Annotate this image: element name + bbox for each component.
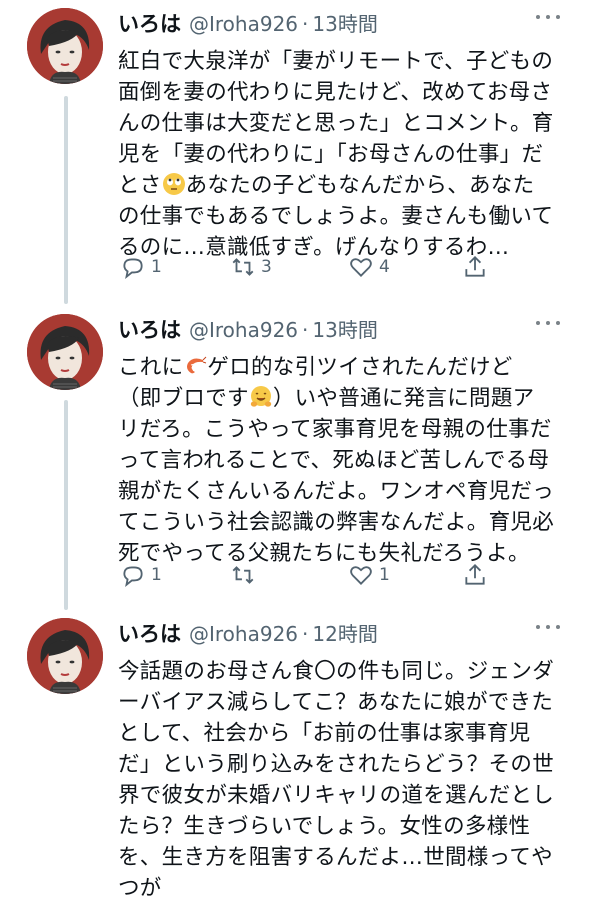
tweet-text-line: ーバイアス減らしてこ？あなたに娘ができた [118,690,554,715]
display-name[interactable]: いろは [118,8,181,38]
retweet-count: 3 [261,257,272,277]
text-fragment: （即ブロです [118,386,249,411]
text-fragment: とさ [118,173,162,198]
more-options-icon[interactable] [536,318,560,328]
reply-button[interactable]: 1 [120,562,162,588]
shrimp-emoji [187,356,207,374]
heart-icon [350,258,372,277]
tweet-text-line: つが [118,876,162,901]
tweet-text-line: てこういう社会認識の弊害なんだよ。育児必 [118,510,555,535]
more-options-icon[interactable] [536,12,560,22]
timestamp[interactable]: 13時間 [312,8,377,37]
tweet-text-line: とさ あなたの子どもなんだから、あなた [118,170,558,201]
text-fragment: あなたの子どもなんだから、あなた [185,173,535,198]
like-count: 4 [379,257,390,277]
retweet-icon [232,566,254,584]
reply-icon [123,258,143,280]
share-icon [465,563,485,585]
text-fragment: ゲロ的な引ツイされたんだけど [207,355,513,380]
like-button[interactable]: 4 [348,254,390,280]
like-count: 1 [379,565,390,585]
tweet-text-line: 児を「妻の代わりに」「お母さんの仕事」だ [118,142,544,167]
user-avatar[interactable] [27,314,103,390]
tweet-text-line: として、社会から「お前の仕事は家事育児 [118,721,531,746]
user-avatar[interactable] [27,618,103,694]
retweet-icon [232,258,254,276]
tweet-text: 今話題のお母さん食〇の件も同じ。ジェンダ ーバイアス減らしてこ？あなたに娘ができ… [118,656,558,904]
user-handle[interactable]: @Iroha926 [189,622,298,646]
tweet-text-line: だ」という刷り込みをされたらどう？その世 [118,752,555,777]
tweet[interactable]: いろは @Iroha926 · 12時間 今話題のお母さん食〇の件も同じ。ジェン… [0,618,600,901]
tweet-header: いろは @Iroha926 · 13時間 [118,8,560,40]
tweet-header: いろは @Iroha926 · 13時間 [118,314,560,346]
tweet-text-line: 界で彼女が未婚バリキャリの道を選んだとし [118,783,555,808]
tweet-text-line: の仕事でもあるでしょうよ。妻さんも働いて [118,204,554,229]
reply-count: 1 [151,565,162,585]
rolling-eyes-emoji [162,173,185,195]
tweet-text-line: リだろ。こうやって家事育児を母親の仕事だ [118,417,552,442]
tweet-text-line: って言われることで、死ぬほど苦しんでる母 [118,448,550,473]
tweet-text: 紅白で大泉洋が「妻がリモートで、子どもの 面倒を妻の代わりに見たけど、改めてお母… [118,46,558,263]
tweet-text-line: これに ゲロ的な引ツイされたんだけど [118,352,558,383]
tweet-text-line: を、生き方を阻害するんだよ…世間様ってや [118,845,553,870]
tweet-text-line: 紅白で大泉洋が「妻がリモートで、子どもの [118,49,554,74]
user-avatar[interactable] [27,8,103,84]
share-button[interactable] [462,562,492,588]
user-handle[interactable]: @Iroha926 [189,12,298,36]
more-options-icon[interactable] [536,622,560,632]
timestamp[interactable]: 13時間 [312,314,377,343]
tweet-text-line: 今話題のお母さん食〇の件も同じ。ジェンダ [118,659,555,684]
reply-count: 1 [151,257,162,277]
tweet-actions: 1 3 4 [120,254,500,284]
share-button[interactable] [462,254,492,280]
like-button[interactable]: 1 [348,562,390,588]
text-fragment: これに [118,355,184,380]
tweet-text-line: 親がたくさんいるんだよ。ワンオペ育児だっ [118,479,555,504]
timestamp[interactable]: 12時間 [312,618,377,647]
tweet[interactable]: いろは @Iroha926 · 13時間 これに ゲロ的な引ツイされたんだけど （… [0,314,600,614]
reply-icon [123,566,143,588]
tweet-text-line: （即ブロです ）いや普通に発言に問題ア [118,383,558,414]
display-name[interactable]: いろは [118,314,181,344]
retweet-button[interactable]: 3 [230,254,272,280]
separator: · [302,12,309,36]
display-name[interactable]: いろは [118,618,181,648]
tweet-text-line: たら？生きづらいでしょう。女性の多様性 [118,814,531,839]
tweet[interactable]: いろは @Iroha926 · 13時間 紅白で大泉洋が「妻がリモートで、子ども… [0,8,600,308]
retweet-button[interactable] [230,562,261,588]
hugging-face-emoji [250,386,272,407]
text-fragment: ）いや普通に発言に問題ア [272,386,535,411]
reply-button[interactable]: 1 [120,254,162,280]
heart-icon [350,566,372,585]
tweet-header: いろは @Iroha926 · 12時間 [118,618,560,650]
separator: · [302,318,309,342]
tweet-text-line: 面倒を妻の代わりに見たけど、改めてお母さ [118,80,553,105]
share-icon [465,255,485,277]
user-handle[interactable]: @Iroha926 [189,318,298,342]
tweet-text: これに ゲロ的な引ツイされたんだけど （即ブロです ）いや普通に発言に問題ア リだろ… [118,352,558,569]
tweet-actions: 1 1 [120,562,500,592]
separator: · [302,622,309,646]
tweet-text-line: んの仕事は大変だと思った」とコメント。育 [118,111,554,136]
